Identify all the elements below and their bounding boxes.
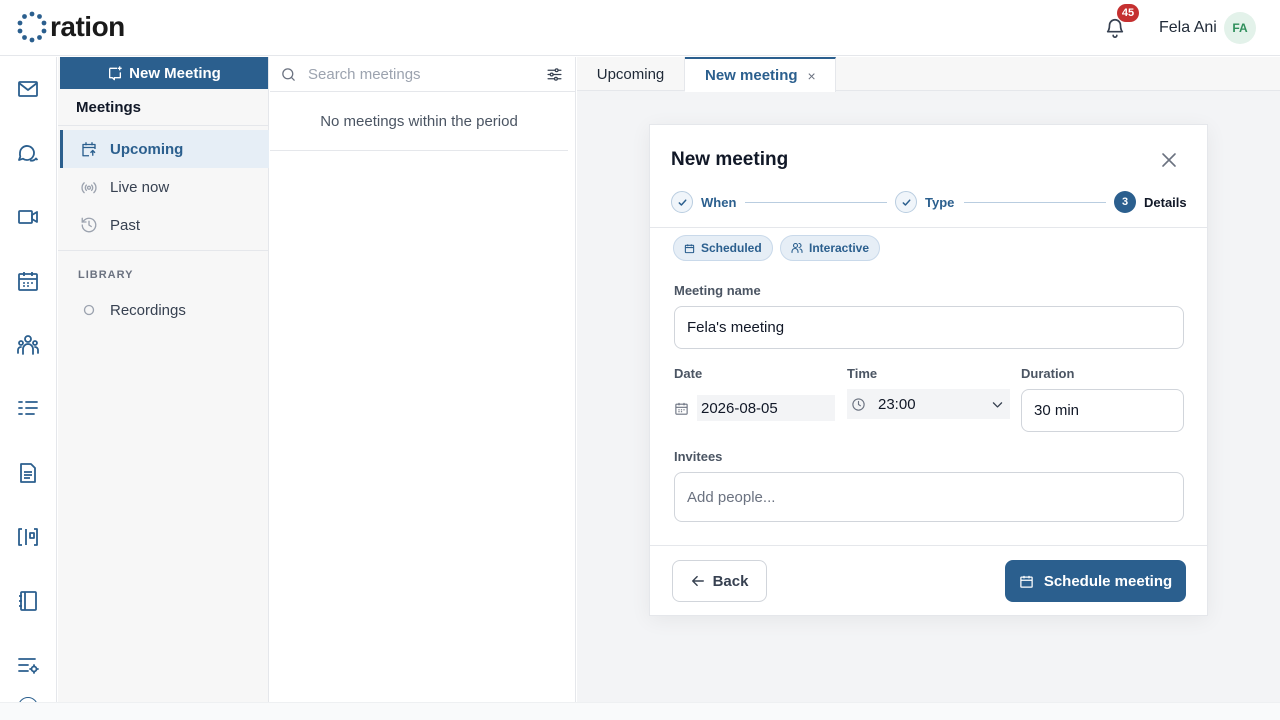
nav-item-past[interactable]: Past [60,206,269,244]
step-label: When [701,194,737,210]
new-meeting-label: New Meeting [129,64,221,82]
logo-mark-icon [17,11,47,43]
back-label: Back [712,572,749,590]
history-icon [81,217,97,233]
nav-item-live-now[interactable]: Live now [60,168,269,206]
clock-icon [852,397,865,411]
tab-new-meeting[interactable]: New meeting × [685,57,836,92]
bottom-strip [0,702,1280,720]
chevron-down-icon [992,402,1003,408]
divider [650,545,1207,546]
nav-item-label: Upcoming [110,140,184,158]
date-value[interactable]: 2026-08-05 [697,395,835,421]
time-select[interactable]: 23:00 [847,389,1010,419]
step-connector [745,202,887,203]
new-meeting-dialog: New meeting When Type 3 Details Schedule… [649,124,1208,616]
new-meeting-icon [109,66,122,81]
calendar-upcoming-icon [82,142,96,157]
meeting-name-input[interactable] [674,306,1184,349]
top-bar: ration 45 Fela Ani FA [0,0,1280,56]
schedule-meeting-button[interactable]: Schedule meeting [1005,560,1186,602]
circle-icon [83,304,95,316]
chip-scheduled: Scheduled [673,235,773,261]
meeting-name-label: Meeting name [674,283,761,298]
step-number: 3 [1114,191,1136,213]
calendar-icon[interactable] [16,269,40,293]
tab-upcoming[interactable]: Upcoming [577,57,685,91]
nav-item-label: Past [110,216,141,234]
nav-item-recordings[interactable]: Recordings [60,291,269,329]
empty-message: No meetings within the period [270,92,568,151]
chat-icon[interactable] [16,141,40,165]
filter-icon[interactable] [546,66,563,83]
tab-label: New meeting [705,67,798,84]
nav-item-upcoming[interactable]: Upcoming [60,130,269,168]
search-bar [270,57,576,92]
time-value: 23:00 [878,395,916,413]
step-details: 3 Details [1114,191,1187,213]
logo-text: ration [50,11,125,42]
meetings-nav: New Meeting Meetings Upcoming Live now P… [58,57,269,702]
time-label: Time [847,366,878,381]
date-picker[interactable]: 2026-08-05 [674,395,836,421]
people-icon[interactable] [16,333,40,357]
step-connector [964,202,1106,203]
chip-label: Interactive [809,241,870,255]
new-meeting-button[interactable]: New Meeting [60,57,268,89]
divider [58,125,269,126]
calendar-icon [1020,575,1033,588]
notebook-icon[interactable] [16,589,40,613]
invitees-input[interactable] [674,472,1184,522]
step-label: Details [1144,194,1187,210]
duration-label: Duration [1021,366,1075,381]
whiteboard-icon[interactable] [16,525,40,549]
invitees-label: Invitees [674,449,723,464]
app-logo[interactable]: ration [16,10,125,44]
check-icon [671,191,693,213]
avatar[interactable]: FA [1224,12,1256,44]
divider [650,227,1207,228]
arrow-left-icon [691,575,704,587]
app-rail [0,57,57,702]
tab-bar: Upcoming New meeting × [577,57,1280,92]
people-icon [791,242,803,254]
duration-input[interactable] [1021,389,1184,432]
library-label: LIBRARY [78,269,134,281]
search-icon [282,68,295,81]
schedule-label: Schedule meeting [1043,572,1173,590]
step-when[interactable]: When [671,191,736,213]
video-icon[interactable] [16,205,40,229]
tab-close-icon[interactable]: × [808,68,816,84]
nav-item-label: Recordings [110,301,186,319]
nav-item-label: Live now [110,178,170,196]
step-label: Type [925,194,955,210]
main-area: Upcoming New meeting × New meeting When … [577,57,1280,702]
date-label: Date [674,366,703,381]
chip-interactive: Interactive [780,235,881,261]
divider [58,250,269,251]
back-button[interactable]: Back [672,560,767,602]
mail-icon[interactable] [16,77,40,101]
check-icon [895,191,917,213]
notification-badge: 45 [1117,4,1139,22]
search-input[interactable] [308,63,538,85]
calendar-icon [684,243,695,253]
meetings-list-pane: No meetings within the period [270,57,576,702]
document-icon[interactable] [16,461,40,485]
tab-label: Upcoming [596,65,665,83]
dialog-title: New meeting [671,149,789,170]
chip-label: Scheduled [701,241,762,255]
calendar-icon [675,402,688,415]
close-icon[interactable] [1161,152,1177,168]
step-type[interactable]: Type [895,191,954,213]
tasks-icon[interactable] [16,397,40,421]
nav-title: Meetings [76,99,142,116]
settings-list-icon[interactable] [16,653,40,677]
broadcast-icon [81,182,97,194]
user-name[interactable]: Fela Ani [1159,19,1217,37]
